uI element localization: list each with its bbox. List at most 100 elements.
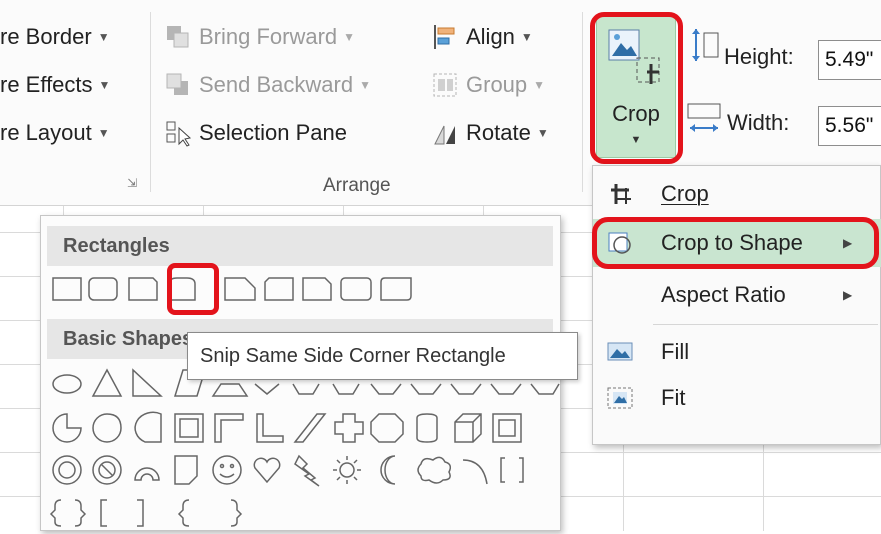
rotate-label: Rotate [466,120,531,145]
rectangle-shape[interactable] [52,277,82,301]
double-bracket-shape[interactable] [500,457,524,483]
menu-separator [653,324,878,325]
height-input[interactable]: 5.49" [818,40,881,80]
sun-rays [333,456,361,484]
pie-shape[interactable] [530,383,560,395]
chevron-down-icon: ▼ [98,78,111,92]
selection-pane-label: Selection Pane [199,120,347,145]
picture-effects-button[interactable]: re Effects ▼ [0,72,110,98]
teardrop-shape[interactable] [92,413,122,443]
moon-shape[interactable] [380,455,396,485]
rotate-button[interactable]: Rotate ▼ [432,120,549,146]
donut-shape[interactable] [52,455,82,485]
rectangles-row [52,277,412,301]
crop-highlight-box [590,12,683,164]
smiley-eye [219,463,225,469]
group-button[interactable]: Group ▼ [432,72,545,98]
half-frame-shape[interactable] [214,413,244,443]
menu-item-aspect-ratio[interactable]: Aspect Ratio ▶ [593,271,881,319]
round-same-side-rectangle-shape[interactable] [340,277,372,301]
no-symbol-slash [100,463,114,477]
plaque-shape[interactable] [370,413,404,443]
group-divider [582,12,583,192]
selected-shape-highlight-box [167,263,219,315]
sun-shape[interactable] [339,462,355,478]
align-label: Align [466,24,515,49]
folded-corner-shape[interactable] [174,455,198,485]
align-button[interactable]: Align ▼ [432,24,533,50]
lightning-bolt-shape[interactable] [294,454,320,487]
picture-layout-button[interactable]: re Layout ▼ [0,120,110,146]
can-shape[interactable] [416,413,438,443]
round-diagonal-corner-rectangle-shape[interactable] [380,277,412,301]
triangle-shape[interactable] [91,368,123,397]
left-bracket-shape[interactable] [100,499,107,527]
arc-shape[interactable] [462,459,488,485]
dialog-launcher-icon[interactable]: ⇲ [127,176,137,190]
pie-shape[interactable] [52,413,82,443]
bring-forward-label: Bring Forward [199,24,338,49]
bevel-shape[interactable] [492,413,522,443]
bring-forward-icon [165,24,191,50]
align-icon [432,24,458,50]
chevron-down-icon: ▼ [343,30,356,44]
chevron-down-icon: ▼ [533,78,546,92]
menu-item-label: Fit [661,385,686,410]
double-brace-shape[interactable] [49,499,87,527]
chevron-down-icon: ▼ [520,30,533,44]
cube-shape[interactable] [454,413,482,443]
trapezoid-shape[interactable] [211,383,249,397]
snip-single-corner-rectangle-shape[interactable] [128,277,158,301]
send-backward-label: Send Backward [199,72,354,97]
octagon-shape[interactable] [410,383,442,395]
selection-pane-button[interactable]: Selection Pane [165,120,347,147]
picture-effects-label: re Effects [0,72,93,97]
rounded-rectangle-shape[interactable] [88,277,118,301]
cloud-shape[interactable] [417,456,452,484]
hexagon-shape[interactable] [332,383,360,395]
group-label: Group [466,72,528,97]
right-bracket-shape[interactable] [137,499,144,527]
right-brace-shape[interactable] [230,499,243,527]
crop-dropdown-menu: Crop Crop to Shape ▶ Aspect Ratio ▶ Fill… [592,165,881,445]
selection-pane-icon [165,120,192,147]
group-icon [432,72,458,98]
diagonal-stripe-shape[interactable] [293,413,327,443]
menu-item-label: Crop [661,181,709,206]
pentagon-shape[interactable] [292,383,320,395]
arrange-group-label: Arrange [323,175,391,196]
width-label: Width: [727,110,790,135]
frame-shape[interactable] [174,413,204,443]
l-shape[interactable] [256,413,284,443]
smiley-face-shape[interactable] [212,455,242,485]
menu-item-fit[interactable]: Fit [593,374,881,422]
block-arc-shape[interactable] [134,467,160,481]
heart-shape[interactable] [253,457,281,484]
snip-diagonal-corner-rectangle-shape[interactable] [224,277,256,301]
plus-shape[interactable] [334,413,364,443]
menu-item-label: Fill [661,339,690,364]
right-triangle-shape[interactable] [132,368,163,397]
diamond-shape[interactable] [254,383,280,395]
snip-and-round-rectangle-shape[interactable] [264,277,294,301]
chord-shape[interactable] [134,411,162,443]
width-input[interactable]: 5.56" [818,106,881,146]
round-single-corner-rectangle-shape[interactable] [302,277,332,301]
oval-shape[interactable] [52,374,82,394]
chevron-down-icon: ▼ [97,126,110,140]
frame-inner [179,418,199,438]
dodecagon-shape[interactable] [490,383,522,395]
rotate-icon [432,120,458,146]
menu-item-fill[interactable]: Fill [593,328,881,376]
smiley-mouth [219,473,235,478]
send-backward-button[interactable]: Send Backward ▼ [165,72,371,98]
fill-icon [607,340,633,364]
heptagon-shape[interactable] [370,383,402,395]
bring-forward-button[interactable]: Bring Forward ▼ [165,24,355,50]
decagon-shape[interactable] [450,383,482,395]
menu-item-crop[interactable]: Crop [593,170,881,218]
section-header-rectangles: Rectangles [47,226,553,266]
left-brace-shape[interactable] [177,499,190,527]
send-backward-icon [165,72,191,98]
picture-border-button[interactable]: re Border ▼ [0,24,110,50]
